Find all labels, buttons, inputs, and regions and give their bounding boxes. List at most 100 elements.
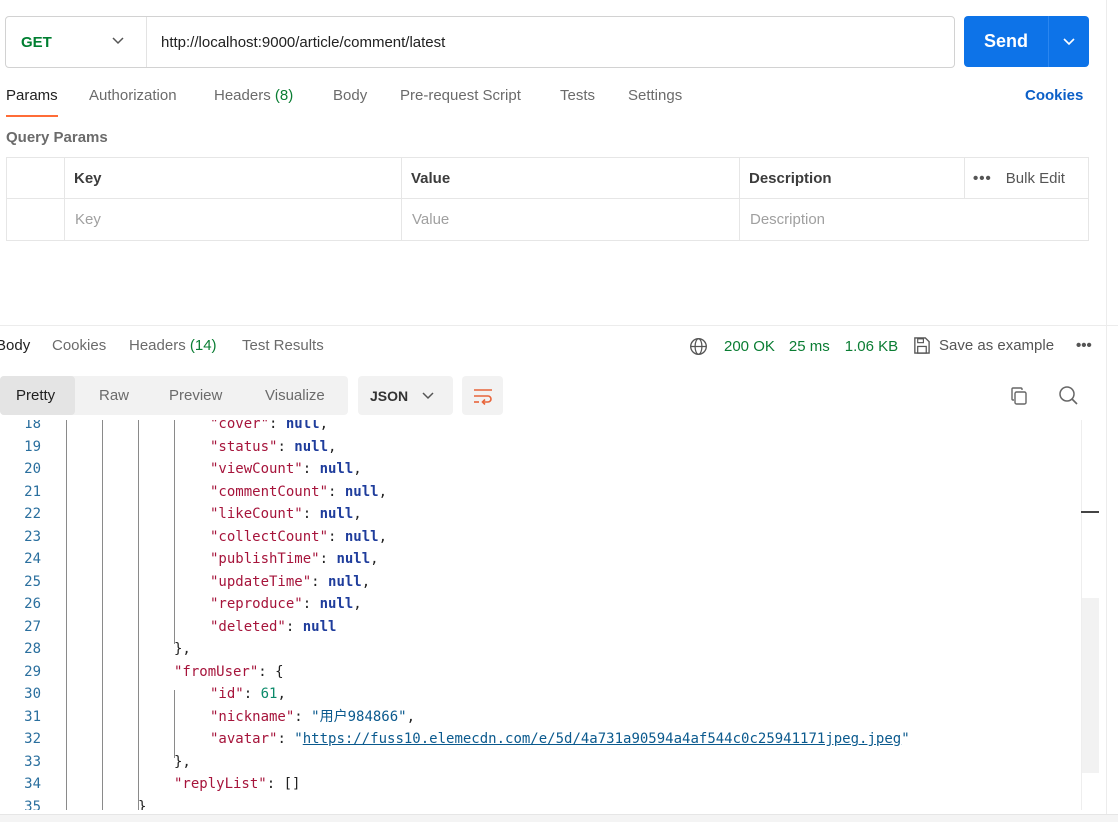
globe-icon[interactable] (689, 337, 708, 356)
code-token: : (294, 708, 312, 725)
pane-divider (1106, 0, 1107, 822)
tab-tests[interactable]: Tests (560, 87, 595, 104)
scrollbar-thumb[interactable] (1082, 598, 1099, 773)
description-input[interactable]: Description (740, 199, 825, 240)
method-label: GET (21, 33, 52, 51)
more-options-icon[interactable]: ••• (973, 170, 992, 187)
code-token: null (344, 528, 379, 545)
send-label: Send (983, 31, 1028, 51)
resp-tab-headers[interactable]: Headers (14) (129, 337, 217, 354)
resp-tab-headers-count: (14) (189, 337, 217, 354)
code-line: 24 "publishTime": null, (0, 548, 1081, 570)
code-line: 27 "deleted": null (0, 616, 1081, 638)
code-token: "id" (210, 686, 244, 702)
code-token: "cover" (210, 420, 270, 432)
code-token: "viewCount" (210, 461, 303, 477)
tab-params[interactable]: Params (6, 87, 58, 117)
code-token: , (406, 708, 416, 725)
response-size[interactable]: 1.06 KB (845, 338, 898, 355)
code-token: : (302, 506, 320, 522)
line-number: 22 (24, 506, 41, 522)
chevron-down-icon (112, 37, 124, 45)
code-text: "collectCount": null, (210, 526, 387, 548)
send-button[interactable]: Send (964, 16, 1089, 67)
format-tabs: Pretty Raw Preview Visualize (0, 376, 348, 415)
response-time[interactable]: 25 ms (789, 338, 830, 355)
format-raw[interactable]: Raw (99, 376, 129, 415)
line-number: 31 (24, 708, 41, 725)
format-pretty[interactable]: Pretty (0, 376, 75, 415)
line-number: 24 (24, 551, 41, 567)
code-token: "collectCount" (210, 528, 329, 545)
code-token: null (319, 461, 354, 477)
resp-tab-cookies[interactable]: Cookies (52, 337, 106, 354)
code-token: , (328, 438, 337, 455)
code-token: "用户984866" (311, 708, 407, 725)
wrap-lines-button[interactable] (462, 376, 503, 415)
code-text: "replyList": [] (174, 773, 300, 795)
key-input[interactable]: Key (65, 199, 101, 240)
language-select[interactable]: JSON (358, 376, 453, 415)
search-icon[interactable] (1058, 385, 1079, 406)
save-icon (914, 337, 930, 354)
table-row: Key Value Description (7, 199, 1088, 240)
code-token: "fromUser" (174, 663, 259, 680)
status-code[interactable]: 200 OK (724, 338, 775, 355)
tab-headers[interactable]: Headers (8) (214, 87, 293, 104)
line-number: 30 (24, 686, 41, 702)
code-token: } (138, 798, 147, 811)
code-token: }, (174, 641, 191, 657)
tab-authorization[interactable]: Authorization (89, 87, 177, 104)
save-as-example-button[interactable]: Save as example (912, 336, 1054, 355)
chevron-down-icon (1063, 37, 1075, 45)
query-params-table: Key Value Description ••• Bulk Edit Key … (6, 157, 1089, 241)
code-line: 23 "collectCount": null, (0, 526, 1081, 548)
code-token: : (277, 731, 295, 747)
format-visualize[interactable]: Visualize (265, 376, 325, 415)
code-token: : [] (266, 776, 301, 792)
code-text: "publishTime": null, (210, 548, 379, 570)
code-line: 21 "commentCount": null, (0, 481, 1081, 503)
copy-icon[interactable] (1009, 386, 1029, 406)
tab-settings[interactable]: Settings (628, 87, 682, 104)
code-token: null (328, 573, 362, 590)
code-text: "viewCount": null, (210, 458, 362, 480)
code-token: : (328, 483, 345, 500)
response-body-viewer[interactable]: 18 "cover": null, 19 "status": null, 20 "view… (0, 420, 1081, 810)
tab-body[interactable]: Body (333, 87, 367, 104)
column-description: Description (749, 169, 832, 187)
code-line: 19 "status": null, (0, 436, 1081, 458)
code-token: " (901, 731, 910, 747)
line-number: 35 (24, 798, 41, 811)
line-number: 32 (24, 731, 41, 747)
line-number: 34 (24, 776, 41, 792)
url-input[interactable]: http://localhost:9000/article/comment/la… (147, 34, 445, 51)
code-line: 29 "fromUser": { (0, 661, 1081, 683)
code-text: "reproduce": null, (210, 593, 362, 615)
avatar-url-link[interactable]: https://fuss10.elemecdn.com/e/5d/4a731a9… (303, 731, 901, 747)
resp-tab-body[interactable]: Body (0, 337, 30, 354)
method-select[interactable]: GET (6, 17, 147, 67)
code-text: } (138, 796, 146, 811)
code-line: 31 "nickname": "用户984866", (0, 706, 1081, 728)
code-token: : (243, 686, 261, 702)
tab-headers-label: Headers (214, 87, 271, 104)
more-options-icon[interactable]: ••• (1076, 337, 1092, 354)
code-line: 28}, (0, 638, 1081, 660)
code-line: 18 "cover": null, (0, 420, 1081, 435)
cookies-link[interactable]: Cookies (1025, 87, 1083, 104)
resp-tab-test-results[interactable]: Test Results (242, 337, 324, 354)
value-input[interactable]: Value (402, 199, 449, 240)
bulk-edit-area: ••• Bulk Edit (973, 158, 1065, 199)
response-meta: 200 OK 25 ms 1.06 KB (689, 336, 898, 356)
bulk-edit-button[interactable]: Bulk Edit (1006, 170, 1065, 187)
format-preview[interactable]: Preview (169, 376, 222, 415)
code-token: "likeCount" (210, 506, 303, 522)
code-text: "commentCount": null, (210, 481, 387, 503)
code-token: "updateTime" (210, 573, 312, 590)
code-token: 61 (260, 686, 278, 702)
tab-prerequest-script[interactable]: Pre-request Script (400, 87, 521, 104)
send-options-button[interactable] (1049, 37, 1089, 46)
code-token: }, (174, 753, 191, 770)
code-token: , (353, 461, 362, 477)
